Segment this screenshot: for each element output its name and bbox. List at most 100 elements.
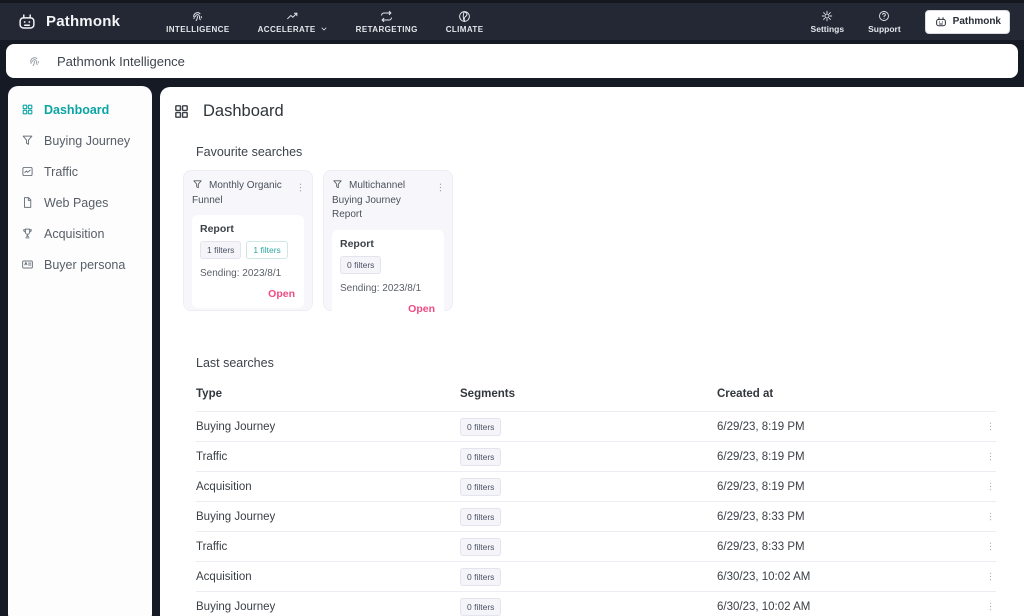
brand-name: Pathmonk (46, 13, 120, 30)
sidebar-item-web-pages[interactable]: Web Pages (8, 187, 152, 218)
kebab-menu-icon[interactable] (985, 541, 996, 552)
settings-button[interactable]: Settings (811, 10, 845, 34)
filters-badge: 0 filters (460, 598, 501, 616)
type-cell: Traffic (196, 451, 460, 463)
filters-badge: 0 filters (460, 538, 501, 556)
sidebar-item-label: Dashboard (44, 103, 109, 117)
pathmonk-logo[interactable]: Pathmonk (16, 11, 120, 33)
robot-icon (934, 15, 948, 29)
segments-cell: 0 filters (460, 451, 717, 463)
nav-label: RETARGETING (356, 25, 418, 34)
sidebar-item-buying-journey[interactable]: Buying Journey (8, 125, 152, 156)
kebab-menu-icon[interactable] (985, 511, 996, 522)
kebab-menu-icon[interactable] (435, 182, 446, 193)
sidebar-item-traffic[interactable]: Traffic (8, 156, 152, 187)
nav-item-retargeting[interactable]: RETARGETING (356, 10, 418, 34)
table-header-row: Type Segments Created at (196, 388, 996, 412)
help-icon (878, 10, 890, 22)
created-at-cell: 6/29/23, 8:33 PM (717, 511, 978, 523)
segments-cell: 0 filters (460, 571, 717, 583)
top-navigation-bar: Pathmonk INTELLIGENCE ACCELERATE (0, 0, 1024, 40)
sidebar-item-label: Traffic (44, 165, 78, 179)
sidebar-item-label: Buying Journey (44, 134, 130, 148)
kebab-menu-icon[interactable] (985, 601, 996, 612)
table-row[interactable]: Acquisition 0 filters 6/30/23, 10:02 AM (196, 562, 996, 592)
sidebar-item-dashboard[interactable]: Dashboard (8, 94, 152, 125)
table-row[interactable]: Traffic 0 filters 6/29/23, 8:33 PM (196, 532, 996, 562)
last-searches-table: Type Segments Created at Buying Journey … (196, 388, 996, 616)
kebab-menu-icon[interactable] (985, 421, 996, 432)
report-label: Report (340, 238, 436, 250)
pathmonk-account-button[interactable]: Pathmonk (925, 10, 1010, 34)
favourite-searches-heading: Favourite searches (196, 145, 1024, 159)
segments-cell: 0 filters (460, 541, 717, 553)
sidebar-item-label: Web Pages (44, 196, 108, 210)
open-link[interactable]: Open (268, 288, 295, 300)
segments-cell: 0 filters (460, 481, 717, 493)
sidebar-item-buyer-persona[interactable]: Buyer persona (8, 249, 152, 280)
table-row[interactable]: Buying Journey 0 filters 6/29/23, 8:33 P… (196, 502, 996, 532)
nav-label: ACCELERATE (258, 25, 316, 34)
filters-badge: 0 filters (460, 448, 501, 466)
table-row[interactable]: Traffic 0 filters 6/29/23, 8:19 PM (196, 442, 996, 472)
nav-item-intelligence[interactable]: INTELLIGENCE (166, 10, 229, 34)
card-header: Multichannel Buying Journey Report (332, 179, 444, 223)
repeat-icon (380, 10, 393, 23)
app-title: Pathmonk Intelligence (57, 54, 185, 69)
chart-icon (21, 165, 34, 178)
filters-badge-teal: 1 filters (246, 241, 287, 259)
table-row[interactable]: Buying Journey 0 filters 6/30/23, 10:02 … (196, 592, 996, 616)
sidebar-item-acquisition[interactable]: Acquisition (8, 218, 152, 249)
trending-up-icon (286, 10, 299, 23)
chevron-down-icon (320, 25, 328, 33)
type-cell: Buying Journey (196, 421, 460, 433)
funnel-icon (332, 179, 343, 190)
favourite-card: Multichannel Buying Journey Report Repor… (323, 170, 453, 311)
sending-date: Sending: 2023/8/1 (340, 283, 436, 294)
column-header-type: Type (196, 388, 460, 400)
app-title-bar: Pathmonk Intelligence (6, 44, 1018, 78)
card-header: Monthly Organic Funnel (192, 179, 304, 208)
open-link[interactable]: Open (408, 303, 435, 315)
nav-label: CLIMATE (446, 25, 484, 34)
globe-icon (458, 10, 471, 23)
main-content: Dashboard Favourite searches Monthly Org… (160, 87, 1024, 616)
kebab-menu-icon[interactable] (985, 451, 996, 462)
created-at-cell: 6/30/23, 10:02 AM (717, 601, 978, 613)
kebab-menu-icon[interactable] (985, 571, 996, 582)
type-cell: Buying Journey (196, 511, 460, 523)
created-at-cell: 6/29/23, 8:33 PM (717, 541, 978, 553)
nav-item-climate[interactable]: CLIMATE (446, 10, 484, 34)
filters-badge: 0 filters (460, 418, 501, 436)
created-at-cell: 6/29/23, 8:19 PM (717, 481, 978, 493)
support-label: Support (868, 24, 901, 34)
account-button-label: Pathmonk (953, 16, 1001, 27)
table-row[interactable]: Acquisition 0 filters 6/29/23, 8:19 PM (196, 472, 996, 502)
support-button[interactable]: Support (868, 10, 901, 34)
settings-label: Settings (811, 24, 845, 34)
kebab-menu-icon[interactable] (295, 182, 306, 193)
sidebar: Dashboard Buying Journey Traffic Web Pag… (8, 86, 152, 616)
id-card-icon (21, 258, 34, 271)
report-label: Report (200, 223, 296, 235)
topbar-actions: Settings Support (811, 10, 1010, 34)
nav-item-accelerate[interactable]: ACCELERATE (258, 10, 328, 34)
card-body: Report 0 filters Sending: 2023/8/1 Open (332, 230, 444, 323)
created-at-cell: 6/29/23, 8:19 PM (717, 421, 978, 433)
funnel-icon (192, 179, 203, 190)
segments-cell: 0 filters (460, 511, 717, 523)
document-icon (21, 196, 34, 209)
page-title: Dashboard (203, 102, 284, 121)
sidebar-item-label: Acquisition (44, 227, 104, 241)
last-searches-heading: Last searches (196, 356, 1024, 370)
filters-badge: 0 filters (340, 256, 381, 274)
table-row[interactable]: Buying Journey 0 filters 6/29/23, 8:19 P… (196, 412, 996, 442)
sending-date: Sending: 2023/8/1 (200, 268, 296, 279)
kebab-menu-icon[interactable] (985, 481, 996, 492)
favourite-card: Monthly Organic Funnel Report 1 filters … (183, 170, 313, 311)
column-header-segments: Segments (460, 388, 717, 400)
column-header-created-at: Created at (717, 388, 978, 400)
primary-nav: INTELLIGENCE ACCELERATE (166, 10, 483, 34)
trophy-icon (21, 227, 34, 240)
badge-row: 0 filters (340, 256, 436, 274)
